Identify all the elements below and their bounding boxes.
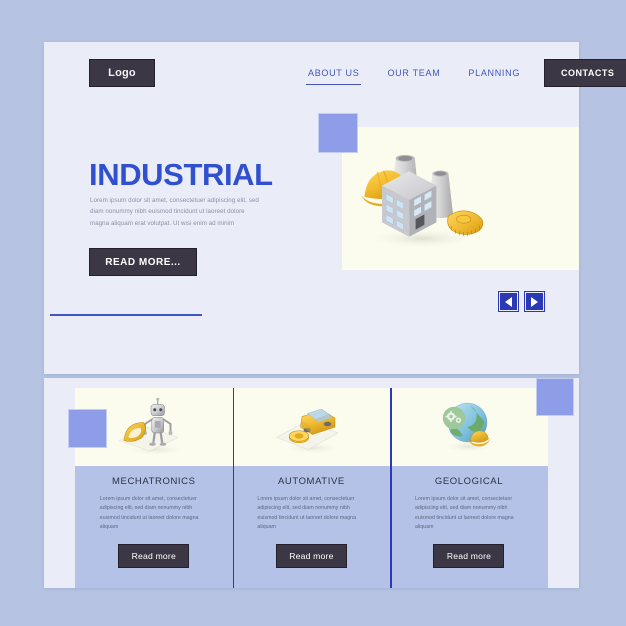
card-image [390, 388, 548, 466]
cards-panel: MECHATRONICS Lorem ipsum dolor sit amet,… [44, 378, 579, 588]
card-read-more-button[interactable]: Read more [433, 543, 505, 568]
decorative-square-cards-right [536, 378, 574, 416]
service-card-geological[interactable]: GEOLOGICAL Lorem ipsum dolor sit amet, c… [390, 388, 548, 588]
nav-item-about-us[interactable]: ABOUT US [294, 60, 373, 86]
hero-panel: Logo ABOUT US OUR TEAM PLANNING CONTACTS… [44, 42, 626, 374]
hero-read-more-label: READ MORE... [105, 256, 181, 268]
card-read-more-button[interactable]: Read more [275, 543, 347, 568]
card-text: Lorem ipsum dolor sit amet, consectetuer… [414, 496, 514, 531]
robot-illustration-icon [118, 397, 186, 456]
card-text: Lorem ipsum dolor sit amet, consectetuer… [99, 496, 199, 531]
slider-arrow-controls [498, 291, 545, 312]
nav-item-label: OUR TEAM [387, 68, 441, 78]
card-divider [390, 388, 392, 588]
factory-illustration-icon [361, 154, 484, 249]
card-read-more-label: Read more [446, 550, 492, 561]
nav-item-our-team[interactable]: OUR TEAM [373, 60, 454, 86]
page-canvas: Logo ABOUT US OUR TEAM PLANNING CONTACTS… [0, 0, 626, 626]
hero-image [342, 127, 579, 270]
nav-item-label: CONTACTS [561, 68, 615, 78]
hero-read-more-button[interactable]: READ MORE... [89, 248, 197, 276]
arrow-left-icon[interactable] [498, 291, 519, 312]
logo-button[interactable]: Logo [89, 59, 155, 87]
nav-item-label: PLANNING [468, 68, 521, 78]
card-text: Lorem ipsum dolor sit amet, consectetuer… [257, 496, 357, 531]
services-card-row: MECHATRONICS Lorem ipsum dolor sit amet,… [75, 388, 548, 588]
card-image [232, 388, 391, 466]
hero-paragraph: Lorem ipsum dolor sit amet, consectetuer… [90, 197, 259, 227]
hero-divider-line [50, 314, 202, 316]
card-read-more-label: Read more [289, 550, 334, 561]
card-title: GEOLOGICAL [434, 476, 504, 487]
card-body: MECHATRONICS Lorem ipsum dolor sit amet,… [75, 466, 233, 588]
card-read-more-label: Read more [131, 550, 176, 561]
card-read-more-button[interactable]: Read more [118, 543, 190, 568]
main-navigation: ABOUT US OUR TEAM PLANNING CONTACTS [294, 59, 626, 87]
logo-label: Logo [108, 67, 136, 79]
card-body: GEOLOGICAL Lorem ipsum dolor sit amet, c… [390, 466, 548, 588]
card-body: AUTOMATIVE Lorem ipsum dolor sit amet, c… [232, 466, 391, 588]
card-title: MECHATRONICS [112, 476, 196, 487]
decorative-square-cards-left [68, 409, 107, 448]
car-illustration-icon [276, 408, 343, 454]
arrow-right-icon[interactable] [524, 291, 545, 312]
page-title: INDUSTRIAL [89, 156, 273, 192]
globe-gears-illustration-icon [441, 402, 496, 453]
card-title: AUTOMATIVE [277, 476, 345, 487]
decorative-square-hero [318, 113, 358, 153]
nav-item-label: ABOUT US [308, 68, 360, 78]
service-card-automative[interactable]: AUTOMATIVE Lorem ipsum dolor sit amet, c… [232, 388, 391, 588]
nav-item-planning[interactable]: PLANNING [454, 60, 534, 86]
card-divider [232, 388, 235, 588]
nav-item-contacts[interactable]: CONTACTS [544, 59, 626, 87]
